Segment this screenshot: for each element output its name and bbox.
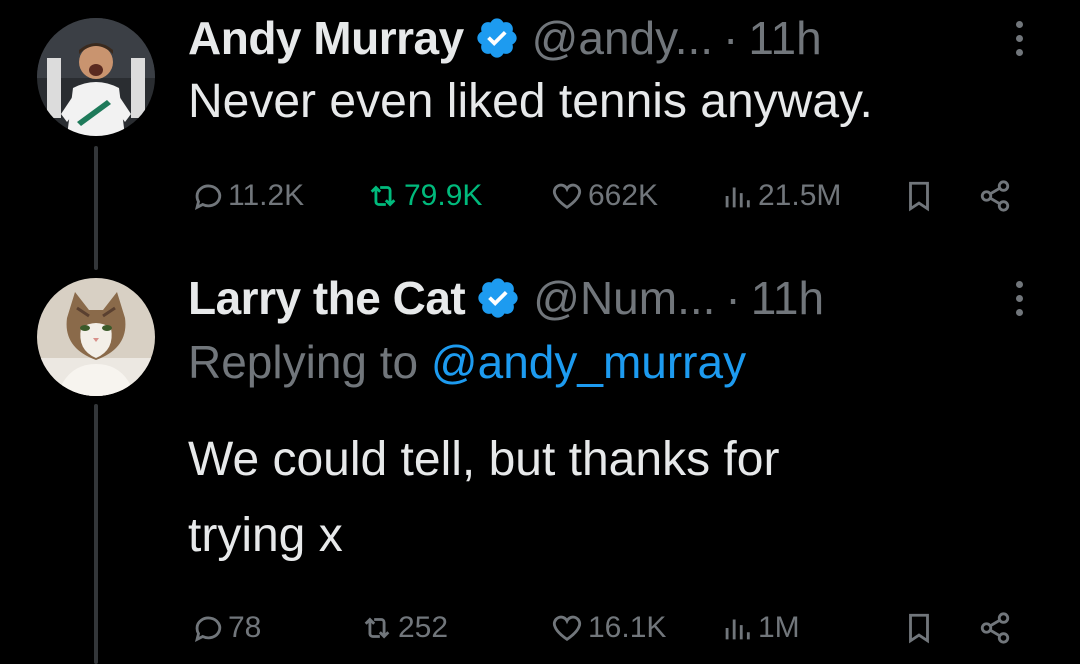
bookmark-icon: [909, 181, 929, 212]
like-button[interactable]: 662K: [550, 179, 658, 213]
verified-badge-icon: [478, 278, 518, 318]
views-button[interactable]: 21.5M: [720, 179, 841, 213]
reply-count: 78: [228, 611, 262, 644]
reply-count: 11.2K: [228, 179, 305, 212]
retweet-button[interactable]: 79.9K: [366, 179, 482, 213]
bookmark-button[interactable]: [902, 179, 940, 213]
reply-button[interactable]: 78: [190, 611, 261, 645]
tweet-actions: 11.2K 79.9K 662K 21.5M: [188, 176, 1048, 216]
thread-line-bottom: [94, 404, 98, 664]
like-count: 662K: [588, 179, 659, 212]
views-button[interactable]: 1M: [720, 611, 800, 645]
share-button[interactable]: [978, 179, 1016, 213]
tweet-text-line: trying x: [188, 509, 343, 562]
tweet-andy-murray[interactable]: Andy Murray @andy... · 11h Never even li…: [188, 6, 1060, 134]
share-button[interactable]: [978, 611, 1016, 645]
avatar-larry-the-cat[interactable]: [37, 278, 155, 396]
retweet-count: 252: [398, 611, 449, 644]
avatar-andy-murray[interactable]: [37, 18, 155, 136]
tweet-text: Never even liked tennis anyway.: [188, 75, 873, 128]
more-options-icon[interactable]: [1016, 20, 1024, 56]
like-count: 16.1K: [588, 611, 667, 644]
reply-icon: [194, 616, 222, 642]
views-icon: [725, 187, 750, 208]
retweet-button[interactable]: 252: [360, 611, 448, 645]
reply-icon: [194, 184, 222, 210]
tweet-text: We could tell, but thanks for trying x: [188, 422, 1060, 574]
views-count: 1M: [758, 611, 800, 644]
views-count: 21.5M: [758, 179, 842, 212]
retweet-icon: [364, 617, 390, 639]
tweet-timestamp[interactable]: 11h: [748, 11, 821, 65]
share-icon: [980, 612, 1010, 644]
author-name[interactable]: Larry the Cat: [188, 271, 466, 325]
tweet-header: Larry the Cat @Num... · 11h: [188, 266, 1060, 330]
retweet-count: 79.9K: [404, 179, 483, 212]
bookmark-icon: [909, 613, 929, 644]
reply-button[interactable]: 11.2K: [190, 179, 304, 213]
tweet-header: Andy Murray @andy... · 11h: [188, 6, 1060, 70]
verified-badge-icon: [477, 18, 517, 58]
tweet-actions: 78 252 16.1K 1M: [188, 608, 1048, 648]
separator-dot: ·: [725, 272, 741, 324]
bookmark-button[interactable]: [902, 611, 940, 645]
author-name[interactable]: Andy Murray: [188, 11, 464, 65]
share-icon: [980, 180, 1010, 212]
like-button[interactable]: 16.1K: [550, 611, 666, 645]
tweet-larry-the-cat[interactable]: Larry the Cat @Num... · 11h Replying to …: [188, 266, 1060, 574]
thread-line-top: [94, 146, 98, 270]
views-icon: [725, 619, 750, 640]
replying-to-prefix: Replying to: [188, 336, 419, 388]
author-handle[interactable]: @andy...: [532, 11, 713, 65]
retweet-icon: [370, 185, 396, 207]
separator-dot: ·: [723, 12, 739, 64]
like-icon: [552, 183, 582, 210]
replying-to: Replying to @andy_murray: [188, 330, 1060, 394]
replying-to-handle[interactable]: @andy_murray: [431, 336, 746, 388]
tweet-timestamp[interactable]: 11h: [751, 271, 824, 325]
like-icon: [552, 615, 582, 642]
more-options-icon[interactable]: [1016, 280, 1024, 316]
author-handle[interactable]: @Num...: [533, 271, 715, 325]
tweet-text-line: We could tell, but thanks for: [188, 433, 780, 486]
